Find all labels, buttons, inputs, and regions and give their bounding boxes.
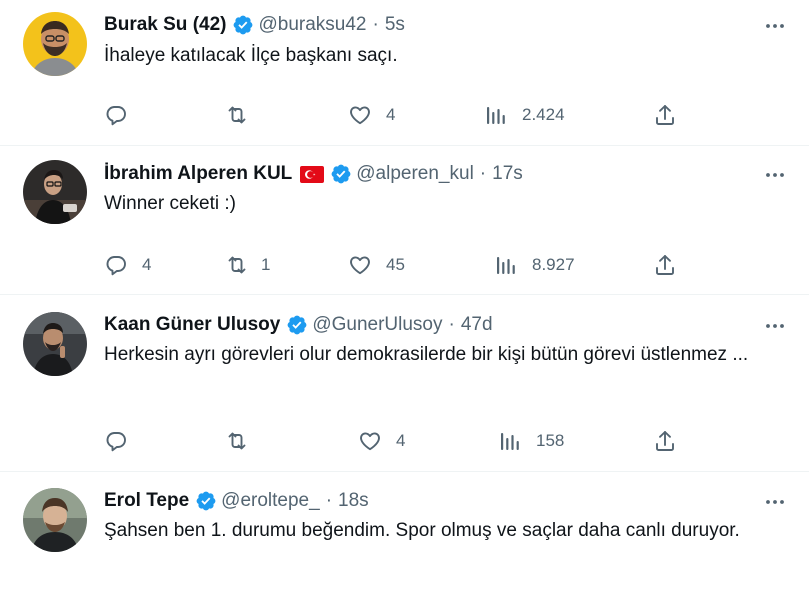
turkey-flag-icon: [300, 165, 325, 183]
retweet-icon: [225, 429, 249, 453]
share-button[interactable]: [653, 252, 691, 278]
views-chart-icon: [494, 253, 518, 277]
tweet-header: Erol Tepe @eroltepe_ · 18s: [104, 488, 369, 514]
display-name[interactable]: Kaan Güner Ulusoy: [104, 314, 280, 336]
tweet-text: Herkesin ayrı görevleri olur demokrasile…: [104, 344, 749, 365]
share-icon: [653, 429, 677, 453]
reply-icon: [104, 103, 128, 127]
retweet-icon: [225, 103, 249, 127]
heart-icon: [348, 253, 372, 277]
retweet-count: 1: [261, 255, 271, 274]
views-button[interactable]: 2.424: [484, 102, 565, 128]
avatar[interactable]: [23, 12, 87, 76]
verified-badge-icon: [330, 163, 352, 185]
user-handle[interactable]: @GunerUlusoy: [312, 314, 442, 336]
reply-count: 4: [142, 255, 152, 274]
tweet-text: Winner ceketi :): [104, 193, 236, 214]
display-name[interactable]: Burak Su (42): [104, 14, 226, 36]
user-handle[interactable]: @buraksu42: [258, 14, 366, 36]
heart-icon: [348, 103, 372, 127]
like-count: 4: [396, 431, 406, 450]
tweet-header: İbrahim Alperen KUL @alperen_kul · 17s: [104, 161, 523, 187]
user-handle[interactable]: @alperen_kul: [356, 163, 474, 185]
retweet-button[interactable]: [225, 102, 261, 128]
views-button[interactable]: 8.927: [494, 252, 575, 278]
retweet-button[interactable]: 1: [225, 252, 270, 278]
like-button[interactable]: 4: [348, 102, 395, 128]
tweet[interactable]: Erol Tepe @eroltepe_ · 18s Şahsen ben 1.…: [0, 472, 809, 595]
separator-dot: ·: [372, 14, 379, 35]
display-name[interactable]: Erol Tepe: [104, 490, 189, 512]
reply-button[interactable]: [104, 102, 142, 128]
heart-icon: [358, 429, 382, 453]
view-count: 8.927: [532, 255, 575, 274]
verified-badge-icon: [232, 14, 254, 36]
like-count: 4: [386, 105, 396, 124]
share-icon: [653, 253, 677, 277]
share-icon: [653, 103, 677, 127]
view-count: 2.424: [522, 105, 565, 124]
separator-dot: ·: [479, 163, 487, 184]
reply-icon: [104, 253, 128, 277]
more-options-icon[interactable]: [763, 314, 787, 338]
tweet-header: Kaan Güner Ulusoy @GunerUlusoy · 47d: [104, 312, 493, 338]
tweet[interactable]: İbrahim Alperen KUL @alperen_kul · 17s W…: [0, 146, 809, 295]
share-button[interactable]: [653, 102, 691, 128]
separator-dot: ·: [448, 314, 455, 335]
share-button[interactable]: [653, 428, 691, 454]
like-count: 45: [386, 255, 405, 274]
more-options-icon[interactable]: [763, 490, 787, 514]
like-button[interactable]: 45: [348, 252, 405, 278]
avatar[interactable]: [23, 312, 87, 376]
timestamp[interactable]: 5s: [385, 14, 405, 36]
views-button[interactable]: 158: [498, 428, 564, 454]
reply-button[interactable]: [104, 428, 142, 454]
user-handle[interactable]: @eroltepe_: [221, 490, 320, 512]
timestamp[interactable]: 47d: [461, 314, 493, 336]
retweet-button[interactable]: [225, 428, 261, 454]
more-options-icon[interactable]: [763, 14, 787, 38]
reply-button[interactable]: 4: [104, 252, 151, 278]
retweet-icon: [225, 253, 249, 277]
reply-icon: [104, 429, 128, 453]
views-chart-icon: [498, 429, 522, 453]
view-count: 158: [536, 431, 565, 450]
verified-badge-icon: [286, 314, 308, 336]
tweet[interactable]: Kaan Güner Ulusoy @GunerUlusoy · 47d Her…: [0, 295, 809, 472]
tweet-text: İhaleye katılacak İlçe başkanı saçı.: [104, 45, 398, 66]
avatar[interactable]: [23, 160, 87, 224]
tweet-text: Şahsen ben 1. durumu beğendim. Spor olmu…: [104, 520, 740, 541]
more-options-icon[interactable]: [763, 163, 787, 187]
tweet-header: Burak Su (42) @buraksu42 · 5s: [104, 12, 405, 38]
timestamp[interactable]: 18s: [338, 490, 369, 512]
verified-badge-icon: [195, 490, 217, 512]
display-name[interactable]: İbrahim Alperen KUL: [104, 163, 292, 185]
views-chart-icon: [484, 103, 508, 127]
tweet[interactable]: Burak Su (42) @buraksu42 · 5s İhaleye ka…: [0, 0, 809, 146]
avatar[interactable]: [23, 488, 87, 552]
like-button[interactable]: 4: [358, 428, 405, 454]
timestamp[interactable]: 17s: [492, 163, 523, 185]
separator-dot: ·: [325, 490, 333, 511]
